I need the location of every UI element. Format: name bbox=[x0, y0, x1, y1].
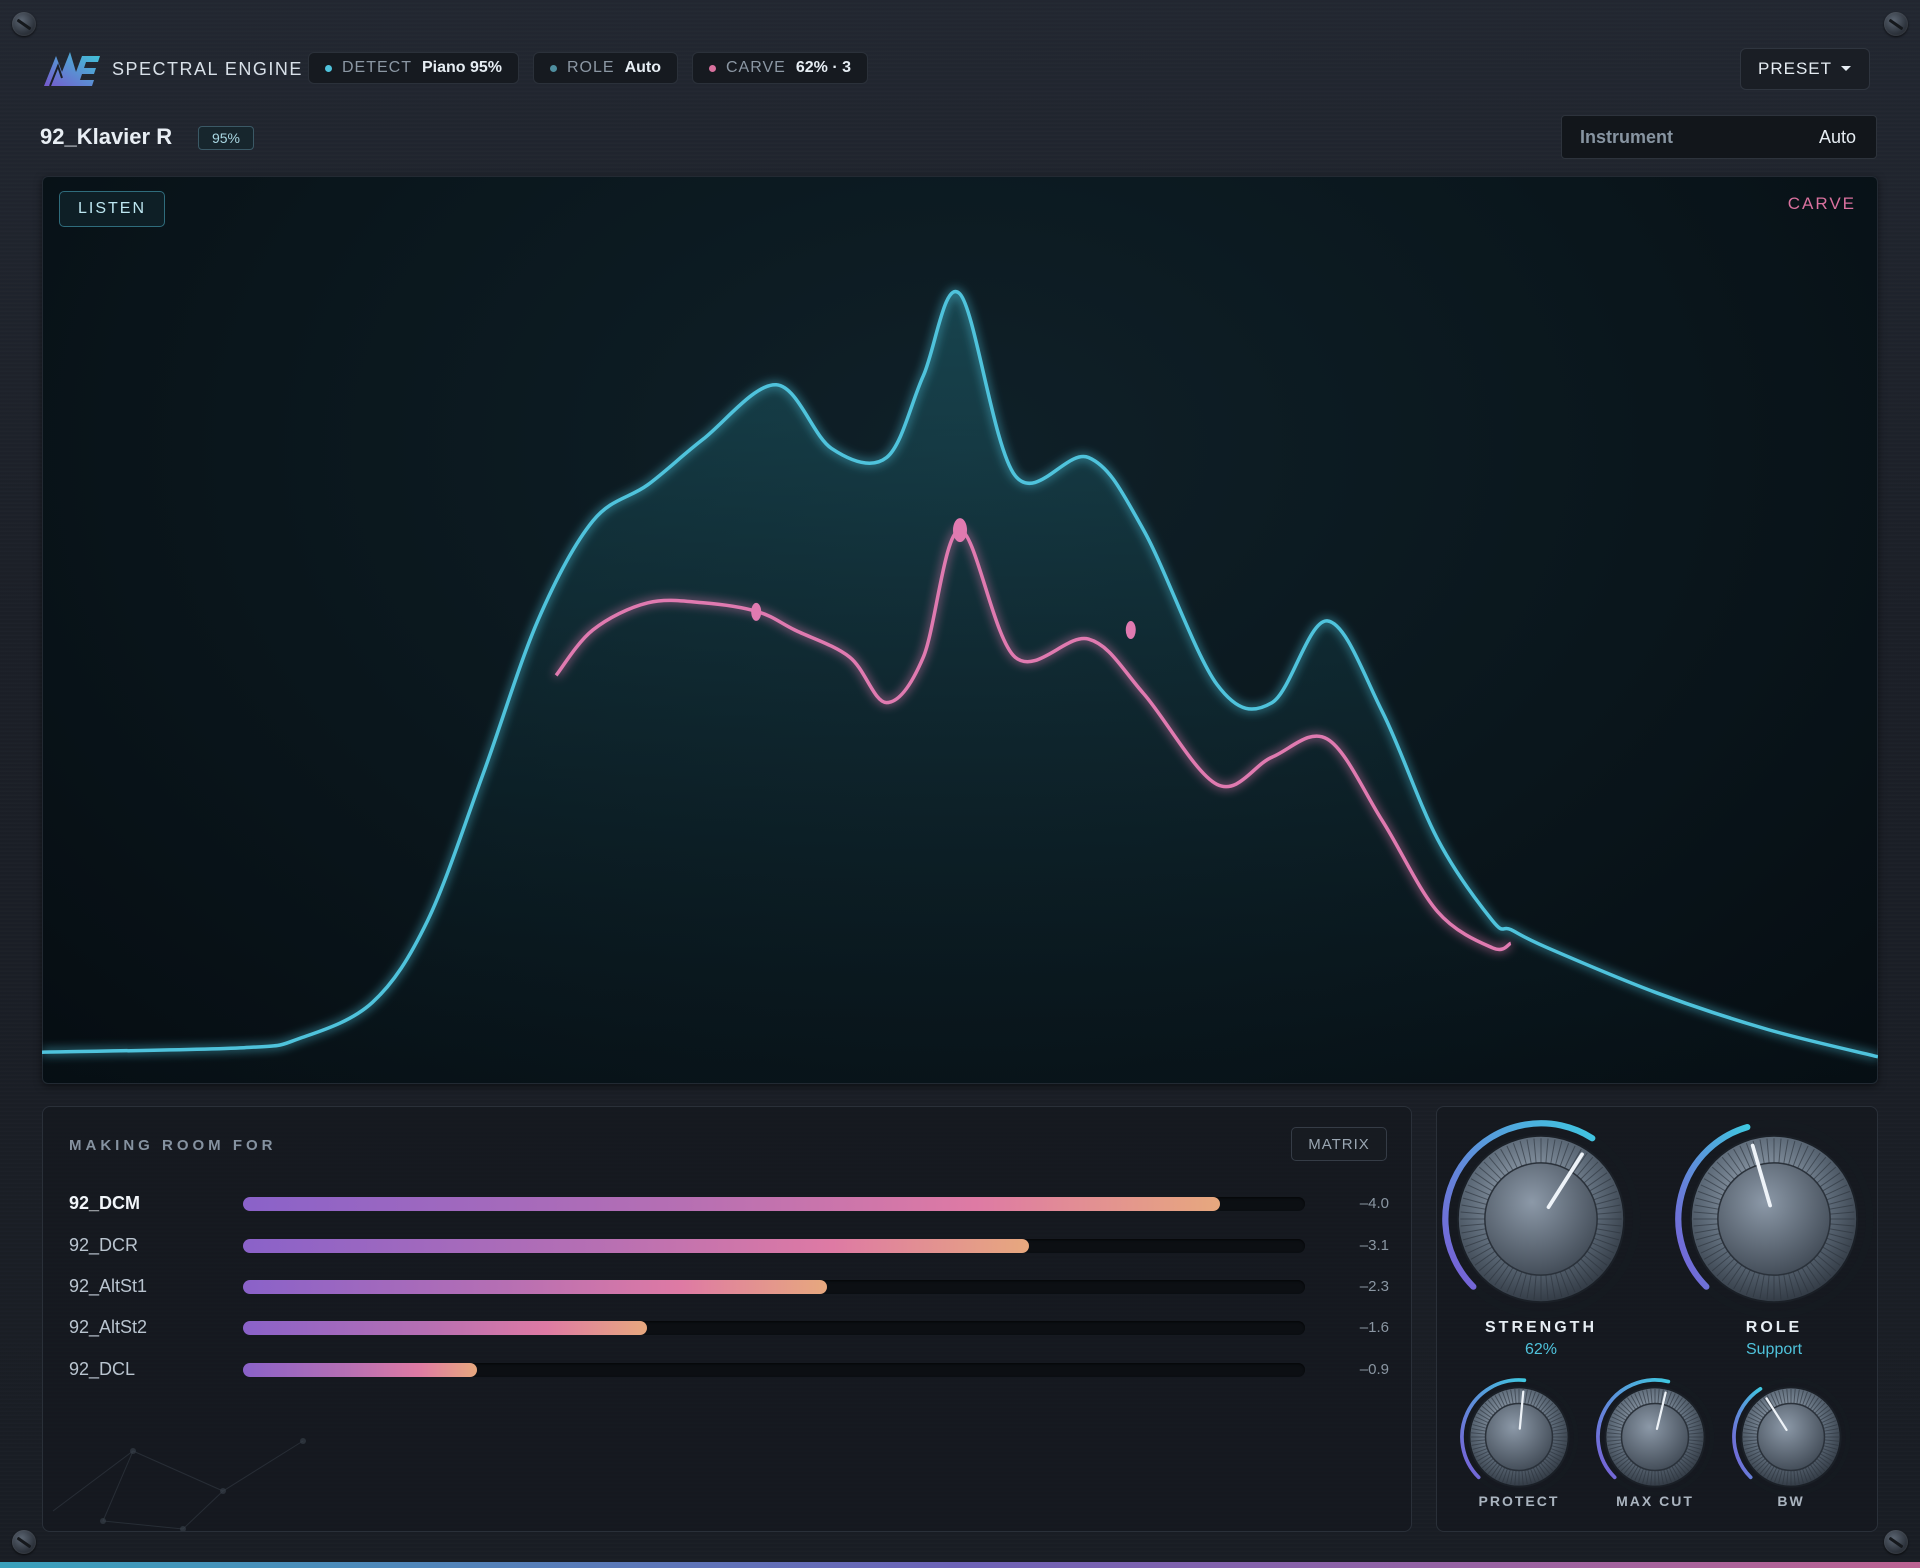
protect-label: PROTECT bbox=[1478, 1493, 1560, 1509]
max-cut-knob[interactable] bbox=[1593, 1375, 1717, 1499]
caret-down-icon bbox=[1841, 66, 1852, 71]
controls-panel: STRENGTH 62% ROLE Support PROTECT MAX CU… bbox=[1436, 1106, 1878, 1532]
instrument-selector[interactable]: Instrument Auto bbox=[1561, 115, 1877, 159]
room-row-value: –0.9 bbox=[1359, 1361, 1389, 1378]
detect-label: DETECT bbox=[342, 59, 412, 76]
room-row-fill bbox=[243, 1363, 477, 1377]
room-row-track bbox=[243, 1363, 1305, 1377]
room-row-altst1[interactable]: 92_AltSt1 –2.3 bbox=[69, 1272, 1389, 1302]
screw-bottom-right bbox=[1884, 1530, 1908, 1554]
room-row-track bbox=[243, 1321, 1305, 1335]
carve-marker[interactable] bbox=[751, 602, 762, 621]
role-dot-icon bbox=[550, 64, 557, 72]
role-label: ROLE bbox=[567, 59, 615, 76]
room-row-name: 92_DCL bbox=[69, 1359, 136, 1379]
room-row-altst2[interactable]: 92_AltSt2 –1.6 bbox=[69, 1313, 1389, 1343]
role-knob-value: Support bbox=[1745, 1341, 1803, 1358]
strength-knob[interactable] bbox=[1437, 1115, 1645, 1323]
strength-value: 62% bbox=[1524, 1341, 1558, 1358]
making-room-title: MAKING ROOM FOR bbox=[69, 1137, 277, 1154]
room-row-name: 92_DCR bbox=[69, 1235, 139, 1255]
carve-marker[interactable] bbox=[953, 518, 967, 543]
room-row-fill bbox=[243, 1280, 828, 1294]
room-row-value: –4.0 bbox=[1359, 1195, 1389, 1212]
screw-top-right bbox=[1884, 12, 1908, 36]
detect-dot-icon bbox=[325, 64, 332, 72]
strength-label: STRENGTH bbox=[1485, 1319, 1597, 1336]
protect-knob[interactable] bbox=[1457, 1375, 1581, 1499]
instrument-value: Auto bbox=[1818, 126, 1856, 147]
carve-status-pill[interactable]: CARVE 62% · 3 bbox=[692, 52, 868, 84]
screw-top-left bbox=[12, 12, 36, 36]
spectrum-graph bbox=[42, 289, 1878, 1084]
bottom-accent-strip bbox=[0, 1562, 1920, 1568]
preset-button[interactable]: PRESET bbox=[1740, 48, 1870, 90]
app-name: SPECTRAL ENGINE bbox=[112, 58, 303, 79]
room-row-track bbox=[243, 1239, 1305, 1253]
detect-status-pill[interactable]: DETECT Piano 95% bbox=[308, 52, 520, 84]
role-knob-label: ROLE bbox=[1745, 1319, 1803, 1336]
listen-button[interactable]: LISTEN bbox=[59, 191, 165, 227]
constellation-decoration-icon bbox=[52, 1438, 306, 1531]
spectral-engine-logo-icon bbox=[44, 52, 100, 87]
bw-knob[interactable] bbox=[1729, 1375, 1853, 1499]
carve-view-label[interactable]: CARVE bbox=[1788, 194, 1856, 214]
room-row-dcl[interactable]: 92_DCL –0.9 bbox=[69, 1355, 1389, 1385]
plugin-window: SPECTRAL ENGINE DETECT Piano 95% ROLE Au… bbox=[0, 0, 1920, 1568]
room-row-value: –3.1 bbox=[1359, 1237, 1389, 1254]
room-row-value: –1.6 bbox=[1359, 1319, 1389, 1336]
room-row-track bbox=[243, 1197, 1305, 1211]
carve-marker[interactable] bbox=[1125, 621, 1136, 639]
carve-value: 62% · 3 bbox=[795, 59, 851, 76]
room-row-fill bbox=[243, 1197, 1221, 1211]
room-row-name: 92_AltSt2 bbox=[69, 1317, 148, 1337]
matrix-button[interactable]: MATRIX bbox=[1291, 1127, 1387, 1161]
room-row-track bbox=[243, 1280, 1305, 1294]
making-room-panel: MAKING ROOM FOR MATRIX 92_DCM –4.0 92_DC… bbox=[42, 1106, 1412, 1532]
app-logo: SPECTRAL ENGINE bbox=[42, 48, 303, 90]
max-cut-label: MAX CUT bbox=[1616, 1493, 1694, 1509]
room-row-name: 92_AltSt1 bbox=[69, 1276, 148, 1296]
role-value: Auto bbox=[624, 59, 662, 76]
room-row-name: 92_DCM bbox=[69, 1193, 141, 1213]
detect-value: Piano 95% bbox=[422, 59, 503, 76]
screw-bottom-left bbox=[12, 1530, 36, 1554]
input-spectrum-fill bbox=[42, 291, 1878, 1084]
spectrum-display[interactable]: LISTEN CARVE bbox=[42, 176, 1878, 1084]
carve-dot-icon bbox=[709, 64, 716, 72]
room-row-dcm[interactable]: 92_DCM –4.0 bbox=[69, 1189, 1389, 1219]
room-row-fill bbox=[243, 1321, 647, 1335]
room-row-fill bbox=[243, 1239, 1029, 1253]
role-knob[interactable] bbox=[1670, 1115, 1878, 1323]
bw-label: BW bbox=[1777, 1493, 1805, 1509]
track-title: 92_Klavier R bbox=[40, 124, 173, 149]
carve-label: CARVE bbox=[726, 59, 786, 76]
room-row-dcr[interactable]: 92_DCR –3.1 bbox=[69, 1231, 1389, 1261]
preset-label: PRESET bbox=[1757, 59, 1833, 78]
room-row-value: –2.3 bbox=[1359, 1278, 1389, 1295]
confidence-badge: 95% bbox=[198, 126, 254, 150]
instrument-label: Instrument bbox=[1580, 126, 1674, 147]
role-status-pill[interactable]: ROLE Auto bbox=[533, 52, 679, 84]
